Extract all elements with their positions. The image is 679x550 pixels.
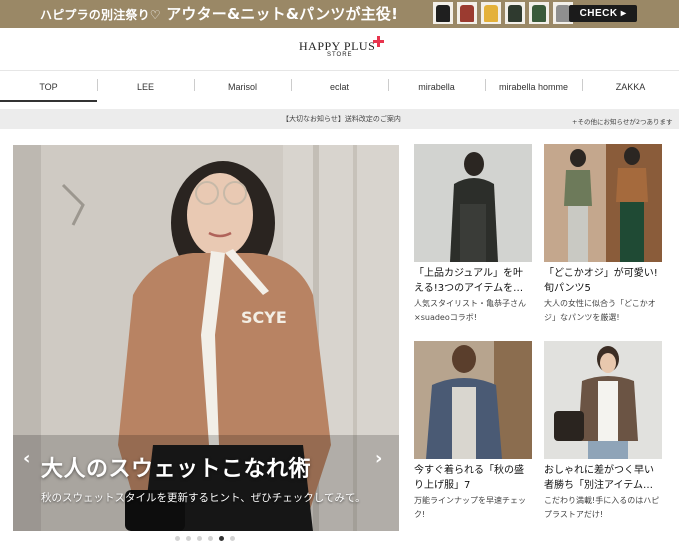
hero-title: 大人のスウェットこなれ術 [41, 457, 312, 482]
nav-item-mirabella-homme[interactable]: mirabella homme [485, 71, 582, 102]
slide-dot[interactable] [197, 536, 202, 541]
chevron-right-icon[interactable]: › [375, 448, 382, 469]
site-logo[interactable]: HAPPY PLUS STORE [0, 28, 679, 70]
cross-icon [373, 36, 384, 47]
check-button[interactable]: CHECK ▸ [569, 5, 637, 22]
article-card[interactable]: 「どこかオジ」が可愛い! 旬パンツ5 大人の女性に似合う「どこかオジ」なパンツを… [544, 144, 662, 325]
chevron-left-icon[interactable]: ‹ [23, 448, 30, 469]
promo-thumbnails [433, 2, 573, 24]
article-card[interactable]: おしゃれに差がつく早い者勝ち「別注アイテム… こだわり満載!手に入るのはハピプラ… [544, 341, 662, 522]
garment-icon [436, 4, 450, 22]
hero-slide[interactable]: SCYE 大人のスウェットこなれ術 秋のスウェットスタイルを更新するヒント、ぜひ… [13, 145, 399, 531]
promo-thumbnail[interactable] [481, 2, 501, 24]
slide-dot[interactable] [175, 536, 180, 541]
article-desc: こだわり満載!手に入るのはハピプラストアだけ! [544, 496, 660, 519]
promo-thumbnail[interactable] [457, 2, 477, 24]
sweat-logo-print: SCYE [241, 308, 287, 327]
nav-item-eclat[interactable]: eclat [291, 71, 388, 102]
article-card[interactable]: 「上品カジュアル」を叶える!3つのアイテムを… 人気スタイリスト・亀恭子さん×s… [414, 144, 532, 325]
garment-icon [508, 4, 522, 22]
main-nav: TOP LEE Marisol eclat mirabella mirabell… [0, 70, 679, 102]
garment-icon [532, 4, 546, 22]
article-title: 「どこかオジ」が可愛い! 旬パンツ5 [544, 268, 658, 294]
slide-dot[interactable] [208, 536, 213, 541]
promo-main: アウター&ニット&パンツが主役! [166, 5, 399, 23]
article-desc: 大人の女性に似合う「どこかオジ」なパンツを厳選! [544, 299, 656, 322]
promo-thumbnail[interactable] [529, 2, 549, 24]
article-image [544, 341, 662, 459]
article-title: 「上品カジュアル」を叶える!3つのアイテムを… [414, 268, 524, 294]
logo-subtext: STORE [327, 52, 353, 58]
nav-item-zakka[interactable]: ZAKKA [582, 71, 679, 102]
promo-thumbnail[interactable] [433, 2, 453, 24]
hero-subtitle: 秋のスウェットスタイルを更新するヒント、ぜひチェックしてみて。 [41, 492, 366, 504]
article-image [414, 144, 532, 262]
article-desc: 人気スタイリスト・亀恭子さん×suadeoコラボ! [414, 299, 526, 322]
notice-link[interactable]: 【大切なお知らせ】送料改定のご案内 [282, 114, 401, 124]
article-title: 今すぐ着られる「秋の盛り上げ服」7 [414, 465, 524, 491]
nav-item-lee[interactable]: LEE [97, 71, 194, 102]
slide-dot[interactable] [230, 536, 235, 541]
slide-indicators [175, 536, 235, 541]
article-image [414, 341, 532, 459]
promo-banner[interactable]: ハピプラの別注祭り♡ アウター&ニット&パンツが主役! CHECK ▸ [0, 0, 679, 28]
garment-icon [460, 4, 474, 22]
nav-item-marisol[interactable]: Marisol [194, 71, 291, 102]
article-card[interactable]: 今すぐ着られる「秋の盛り上げ服」7 万能ラインナップを早速チェック! [414, 341, 532, 522]
article-title: おしゃれに差がつく早い者勝ち「別注アイテム… [544, 465, 654, 491]
notice-more-link[interactable]: +その他にお知らせが2つあります [572, 116, 672, 126]
slide-dot[interactable] [219, 536, 224, 541]
promo-thumbnail[interactable] [505, 2, 525, 24]
article-image [544, 144, 662, 262]
slide-dot[interactable] [186, 536, 191, 541]
nav-item-mirabella[interactable]: mirabella [388, 71, 485, 102]
promo-lead: ハピプラの別注祭り♡ [40, 8, 161, 22]
promo-text: ハピプラの別注祭り♡ アウター&ニット&パンツが主役! [40, 3, 398, 24]
notice-bar: 【大切なお知らせ】送料改定のご案内 +その他にお知らせが2つあります [0, 109, 679, 129]
garment-icon [484, 4, 498, 22]
article-desc: 万能ラインナップを早速チェック! [414, 496, 526, 519]
garment-icon [556, 4, 570, 22]
nav-item-top[interactable]: TOP [0, 71, 97, 102]
